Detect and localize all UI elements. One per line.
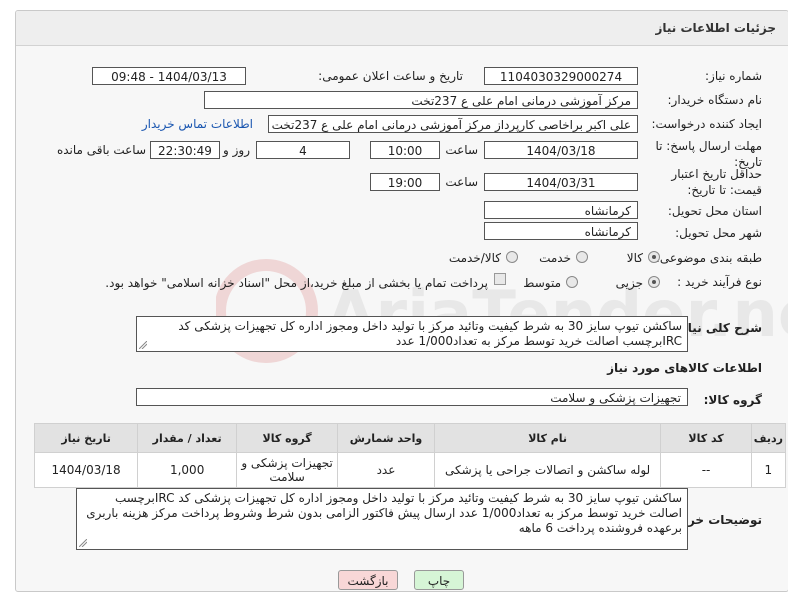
cell-need-date: 1404/03/18: [33, 452, 139, 488]
process-option-medium: متوسط: [523, 276, 561, 290]
panel-header: جزئیات اطلاعات نیاز: [16, 11, 788, 46]
cell-goods-name: لوله ساکشن و اتصالات جراحی یا پزشکی: [433, 452, 662, 488]
category-option-goods-service: کالا/خدمت: [448, 251, 501, 265]
buyer-notes-text: ساکشن تیوپ سایز 30 به شرط کیفیت وتائید م…: [86, 491, 682, 535]
col-code-header: کد کالا: [660, 423, 752, 453]
general-desc-label: شرح کلی نیاز:: [676, 321, 762, 335]
category-radio-service[interactable]: [576, 251, 588, 263]
buyer-org-label: نام دستگاه خریدار:: [667, 93, 763, 107]
table-row: 1 -- لوله ساکشن و اتصالات جراحی یا پزشکی…: [33, 452, 787, 488]
requester-label: ایجاد کننده درخواست:: [651, 117, 762, 131]
treasury-payment-checkbox[interactable]: [494, 273, 506, 285]
buyer-org-field: مرکز آموزشی درمانی امام علی ع 237تخت: [204, 91, 638, 109]
col-name-header: نام کالا: [433, 423, 662, 453]
requester-field: علی اکبر براخاصی کارپرداز مرکز آموزشی در…: [268, 115, 638, 133]
buyer-contact-link[interactable]: اطلاعات تماس خریدار: [142, 117, 253, 131]
city-field: کرمانشاه: [484, 222, 638, 240]
cell-goods-group: تجهیزات پزشکی و سلامت: [236, 452, 339, 488]
reply-time-label: ساعت: [445, 143, 478, 157]
col-group-header: گروه کالا: [236, 423, 339, 453]
process-option-minor: جزیی: [615, 276, 643, 290]
goods-group-label: گروه کالا:: [703, 393, 762, 407]
delivery-city-label: شهر محل تحویل:: [675, 226, 762, 240]
resize-grip-icon[interactable]: [139, 341, 147, 349]
category-radio-goods-service[interactable]: [506, 251, 518, 263]
resize-grip-icon[interactable]: [79, 539, 87, 547]
category-label: طبقه بندی موضوعی:: [655, 251, 762, 265]
reply-time-field: 10:00: [370, 141, 440, 159]
col-unit-header: واحد شمارش: [337, 423, 435, 453]
need-number-label: شماره نیاز:: [705, 69, 762, 83]
items-table: ردیف کد کالا نام کالا واحد شمارش گروه کا…: [33, 423, 787, 488]
cell-unit: عدد: [337, 452, 435, 488]
announce-datetime-label: تاریخ و ساعت اعلان عمومی:: [318, 69, 463, 83]
col-qty-header: تعداد / مقدار: [137, 423, 238, 453]
panel-title: جزئیات اطلاعات نیاز: [655, 21, 776, 35]
province-field: کرمانشاه: [484, 201, 638, 219]
remaining-label: ساعت باقی مانده: [56, 143, 146, 157]
general-desc-textarea[interactable]: ساکشن تیوپ سایز 30 به شرط کیفیت وتائید م…: [136, 316, 688, 352]
general-desc-text: ساکشن تیوپ سایز 30 به شرط کیفیت وتائید م…: [178, 319, 682, 348]
process-type-label: نوع فرآیند خرید :: [677, 275, 762, 289]
col-date-header: تاریخ نیاز: [33, 423, 139, 453]
cell-row-number: 1: [750, 452, 787, 488]
remaining-time-field: 22:30:49: [150, 141, 220, 159]
validity-time-field: 19:00: [370, 173, 440, 191]
payment-note: پرداخت تمام یا بخشی از مبلغ خرید،از محل …: [105, 276, 488, 290]
price-validity-label: حداقل تاریخ اعتبار قیمت: تا تاریخ:: [671, 167, 762, 197]
back-button[interactable]: بازگشت: [338, 570, 398, 590]
category-radio-goods[interactable]: [648, 251, 660, 263]
reply-date-field: 1404/03/18: [484, 141, 638, 159]
table-header-row: ردیف کد کالا نام کالا واحد شمارش گروه کا…: [33, 423, 787, 453]
goods-group-field: تجهیزات پزشکی و سلامت: [136, 388, 688, 406]
validity-time-label: ساعت: [445, 175, 478, 189]
col-row-header: ردیف: [750, 423, 787, 453]
cell-goods-code: --: [660, 452, 752, 488]
buyer-notes-textarea[interactable]: ساکشن تیوپ سایز 30 به شرط کیفیت وتائید م…: [76, 488, 688, 550]
reply-days-field: 4: [256, 141, 350, 159]
items-info-title: اطلاعات کالاهای مورد نیاز: [607, 361, 762, 375]
announce-datetime-field: 1404/03/13 - 09:48: [92, 67, 246, 85]
delivery-province-label: استان محل تحویل:: [667, 204, 762, 218]
process-radio-minor[interactable]: [648, 276, 660, 288]
print-button[interactable]: چاپ: [414, 570, 464, 590]
process-radio-medium[interactable]: [566, 276, 578, 288]
validity-date-field: 1404/03/31: [484, 173, 638, 191]
cell-quantity: 1,000: [137, 452, 238, 488]
need-number-field: 1104030329000274: [484, 67, 638, 85]
details-panel: جزئیات اطلاعات نیاز AriaTender.neT شماره…: [15, 10, 788, 592]
day-and-label: روز و: [223, 143, 250, 157]
category-option-goods: کالا: [626, 251, 643, 265]
category-option-service: خدمت: [539, 251, 571, 265]
